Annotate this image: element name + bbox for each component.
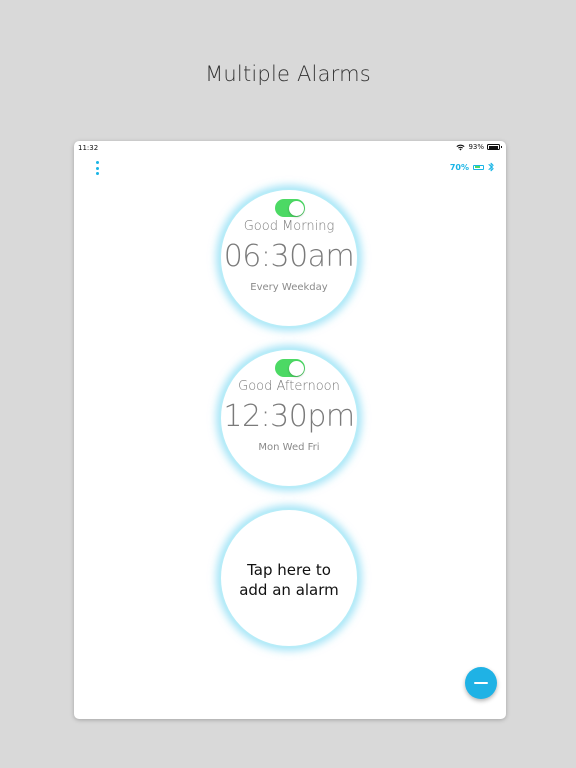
screenshot-root: { "headline": "Multiple Alarms", "status… bbox=[0, 0, 576, 768]
status-right: 93% bbox=[456, 143, 502, 151]
bluetooth-icon bbox=[488, 162, 494, 172]
battery-fill bbox=[488, 145, 498, 149]
alarm-time: 12:30pm bbox=[223, 399, 355, 434]
alarm-days: Mon Wed Fri bbox=[258, 442, 320, 453]
menu-dot bbox=[95, 166, 99, 170]
battery-icon bbox=[487, 144, 502, 150]
alarm-toggle[interactable] bbox=[275, 359, 305, 377]
toggle-knob bbox=[288, 200, 304, 216]
status-time: 11:32 bbox=[78, 144, 99, 152]
add-alarm-button[interactable]: Tap here to add an alarm bbox=[219, 508, 359, 648]
page-headline: Multiple Alarms bbox=[205, 62, 371, 86]
menu-dot bbox=[95, 161, 99, 164]
remove-alarm-fab[interactable] bbox=[465, 667, 497, 699]
add-alarm-line-2: add an alarm bbox=[239, 581, 339, 599]
status-battery-percent: 93% bbox=[468, 143, 484, 151]
device-battery-status: 70% bbox=[450, 162, 495, 172]
alarm-label: Good Afternoon bbox=[238, 379, 340, 394]
alarm-label: Good Morning bbox=[243, 219, 335, 234]
device-battery-fill bbox=[474, 166, 480, 168]
wifi-icon bbox=[456, 144, 465, 150]
alarm-days: Every Weekday bbox=[250, 282, 328, 293]
more-vertical-icon[interactable] bbox=[93, 161, 101, 175]
device-battery-percent: 70% bbox=[449, 162, 469, 172]
minus-icon bbox=[474, 682, 488, 684]
alarm-card-good-afternoon[interactable]: Good Afternoon 12:30pm Mon Wed Fri bbox=[219, 348, 359, 488]
device-battery-icon bbox=[473, 164, 484, 170]
alarm-toggle[interactable] bbox=[275, 199, 305, 217]
alarm-time: 06:30am bbox=[223, 239, 355, 274]
add-alarm-text: Tap here to add an alarm bbox=[221, 560, 357, 600]
toggle-knob bbox=[288, 360, 304, 376]
alarm-card-good-morning[interactable]: Good Morning 06:30am Every Weekday bbox=[219, 188, 359, 328]
menu-dot bbox=[95, 172, 99, 175]
status-bar: 11:32 93% bbox=[74, 141, 506, 155]
device-screen: 11:32 93% 70% Good Morning 06:30am Every… bbox=[74, 141, 506, 719]
add-alarm-line-1: Tap here to bbox=[247, 561, 331, 579]
